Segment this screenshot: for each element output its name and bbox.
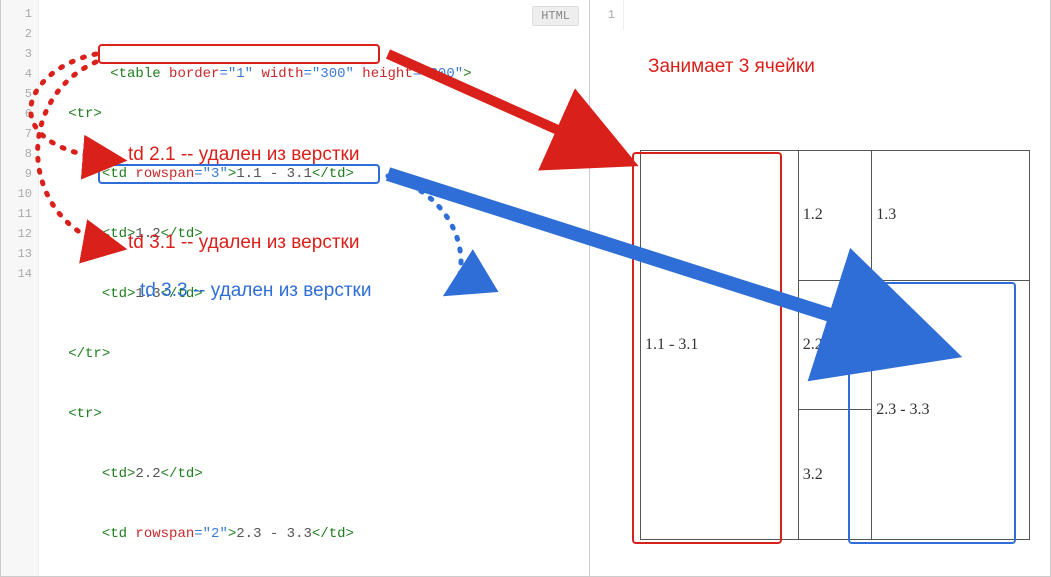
code-area[interactable]: <table border="1" width="300" height="30… (1, 0, 589, 577)
cell-1.2: 1.2 (798, 151, 871, 281)
cell-2.2: 2.2 (798, 280, 871, 410)
code-line: <table border="1" width="300" height="30… (43, 44, 589, 64)
cell-3.2: 3.2 (798, 410, 871, 540)
preview-lineno: 1 (590, 0, 624, 30)
code-editor-pane: HTML 1 2 3 4 5 6 7 8 9 10 11 12 13 14 <t… (0, 0, 590, 577)
cell-2.3: 2.3 - 3.3 (872, 280, 1030, 539)
cell-1.3: 1.3 (872, 151, 1030, 281)
preview-pane: 1 1.1 - 3.1 1.2 1.3 2.2 2.3 - 3.3 3.2 (590, 0, 1051, 577)
split-view: HTML 1 2 3 4 5 6 7 8 9 10 11 12 13 14 <t… (0, 0, 1051, 577)
cell-1.1: 1.1 - 3.1 (641, 151, 799, 540)
rendered-table: 1.1 - 3.1 1.2 1.3 2.2 2.3 - 3.3 3.2 (640, 150, 1030, 540)
line-number-gutter: 1 2 3 4 5 6 7 8 9 10 11 12 13 14 (1, 0, 39, 576)
language-badge: HTML (532, 6, 579, 26)
preview-content: 1.1 - 3.1 1.2 1.3 2.2 2.3 - 3.3 3.2 (640, 150, 1040, 540)
